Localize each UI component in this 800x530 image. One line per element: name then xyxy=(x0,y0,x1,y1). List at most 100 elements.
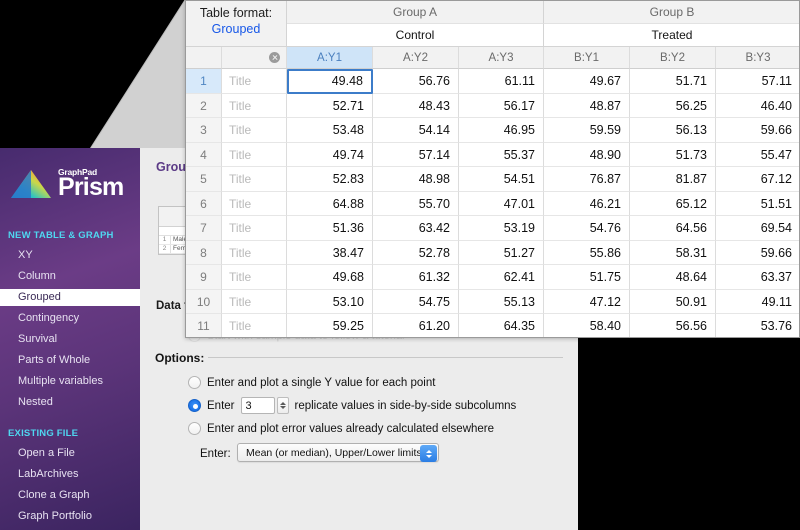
data-cell[interactable]: 56.76 xyxy=(373,69,459,94)
data-cell[interactable]: 59.66 xyxy=(716,241,800,266)
row-title-cell[interactable]: Title xyxy=(222,69,287,94)
option-single-y-value-row[interactable]: Enter and plot a single Y value for each… xyxy=(188,376,435,389)
data-cell[interactable]: 51.71 xyxy=(630,69,716,94)
enter-format-select-chevron-icon[interactable] xyxy=(420,445,437,462)
condition-header-b[interactable]: Treated xyxy=(544,24,800,47)
data-cell[interactable]: 48.43 xyxy=(373,94,459,119)
data-cell[interactable]: 61.32 xyxy=(373,265,459,290)
stepper-down-icon[interactable] xyxy=(280,406,286,409)
data-cell[interactable]: 46.21 xyxy=(544,192,630,217)
data-cell[interactable]: 63.42 xyxy=(373,216,459,241)
data-cell[interactable]: 56.25 xyxy=(630,94,716,119)
data-cell[interactable]: 50.91 xyxy=(630,290,716,315)
column-header-a-y3[interactable]: A:Y3 xyxy=(459,47,544,69)
enter-format-select[interactable]: Mean (or median), Upper/Lower limits xyxy=(237,443,439,462)
data-cell[interactable]: 55.13 xyxy=(459,290,544,315)
data-cell[interactable]: 49.67 xyxy=(544,69,630,94)
data-cell[interactable]: 64.56 xyxy=(630,216,716,241)
data-cell[interactable]: 76.87 xyxy=(544,167,630,192)
option-single-y-value-radio[interactable] xyxy=(188,376,201,389)
data-cell[interactable]: 47.01 xyxy=(459,192,544,217)
data-cell[interactable]: 53.48 xyxy=(287,118,373,143)
data-cell[interactable]: 48.64 xyxy=(630,265,716,290)
data-cell[interactable]: 81.87 xyxy=(630,167,716,192)
data-cell[interactable]: 55.47 xyxy=(716,143,800,168)
data-cell[interactable]: 52.78 xyxy=(373,241,459,266)
row-number-cell[interactable]: 8 xyxy=(186,241,222,266)
row-number-cell[interactable]: 10 xyxy=(186,290,222,315)
data-cell[interactable]: 63.37 xyxy=(716,265,800,290)
data-cell[interactable]: 48.98 xyxy=(373,167,459,192)
row-title-cell[interactable]: Title xyxy=(222,265,287,290)
stepper-up-icon[interactable] xyxy=(280,402,286,405)
data-cell[interactable]: 58.40 xyxy=(544,314,630,338)
row-number-cell[interactable]: 5 xyxy=(186,167,222,192)
row-title-cell[interactable]: Title xyxy=(222,314,287,338)
row-number-cell[interactable]: 2 xyxy=(186,94,222,119)
data-cell[interactable]: 51.73 xyxy=(630,143,716,168)
data-cell[interactable]: 38.47 xyxy=(287,241,373,266)
option-replicates-row[interactable]: Enter replicate values in side-by-side s… xyxy=(188,397,516,414)
data-cell[interactable]: 52.83 xyxy=(287,167,373,192)
row-title-cell[interactable]: Title xyxy=(222,192,287,217)
data-cell[interactable]: 56.17 xyxy=(459,94,544,119)
data-cell[interactable]: 57.14 xyxy=(373,143,459,168)
data-cell-active[interactable]: 49.48 xyxy=(287,69,373,94)
data-cell[interactable]: 56.13 xyxy=(630,118,716,143)
column-header-b-y2[interactable]: B:Y2 xyxy=(630,47,716,69)
data-cell[interactable]: 52.71 xyxy=(287,94,373,119)
data-cell[interactable]: 49.11 xyxy=(716,290,800,315)
data-cell[interactable]: 46.40 xyxy=(716,94,800,119)
row-number-cell[interactable]: 3 xyxy=(186,118,222,143)
data-cell[interactable]: 51.75 xyxy=(544,265,630,290)
column-header-a-y1[interactable]: A:Y1 xyxy=(287,47,373,69)
column-header-b-y1[interactable]: B:Y1 xyxy=(544,47,630,69)
option-replicates-radio[interactable] xyxy=(188,399,201,412)
data-cell[interactable]: 53.10 xyxy=(287,290,373,315)
row-title-cell[interactable]: Title xyxy=(222,94,287,119)
data-cell[interactable]: 55.70 xyxy=(373,192,459,217)
data-cell[interactable]: 59.59 xyxy=(544,118,630,143)
replicates-stepper[interactable] xyxy=(241,397,289,414)
data-cell[interactable]: 65.12 xyxy=(630,192,716,217)
row-number-cell[interactable]: 11 xyxy=(186,314,222,338)
data-cell[interactable]: 67.12 xyxy=(716,167,800,192)
row-title-cell[interactable]: Title xyxy=(222,167,287,192)
data-cell[interactable]: 62.41 xyxy=(459,265,544,290)
data-cell[interactable]: 48.90 xyxy=(544,143,630,168)
row-title-cell[interactable]: Title xyxy=(222,216,287,241)
row-title-cell[interactable]: Title xyxy=(222,290,287,315)
data-cell[interactable]: 64.35 xyxy=(459,314,544,338)
data-cell[interactable]: 53.19 xyxy=(459,216,544,241)
data-cell[interactable]: 54.51 xyxy=(459,167,544,192)
row-number-cell[interactable]: 9 xyxy=(186,265,222,290)
data-cell[interactable]: 48.87 xyxy=(544,94,630,119)
option-error-values-radio[interactable] xyxy=(188,422,201,435)
table-format-value[interactable]: Grouped xyxy=(186,22,286,36)
data-cell[interactable]: 69.54 xyxy=(716,216,800,241)
data-cell[interactable]: 51.51 xyxy=(716,192,800,217)
data-cell[interactable]: 55.37 xyxy=(459,143,544,168)
row-number-cell[interactable]: 4 xyxy=(186,143,222,168)
row-title-cell[interactable]: Title xyxy=(222,118,287,143)
data-cell[interactable]: 59.25 xyxy=(287,314,373,338)
data-cell[interactable]: 51.27 xyxy=(459,241,544,266)
data-cell[interactable]: 54.76 xyxy=(544,216,630,241)
data-cell[interactable]: 56.56 xyxy=(630,314,716,338)
data-cell[interactable]: 61.11 xyxy=(459,69,544,94)
row-number-cell[interactable]: 7 xyxy=(186,216,222,241)
data-cell[interactable]: 54.14 xyxy=(373,118,459,143)
data-cell[interactable]: 53.76 xyxy=(716,314,800,338)
data-cell[interactable]: 55.86 xyxy=(544,241,630,266)
data-cell[interactable]: 57.11 xyxy=(716,69,800,94)
close-icon[interactable] xyxy=(269,52,280,63)
data-cell[interactable]: 54.75 xyxy=(373,290,459,315)
row-title-cell[interactable]: Title xyxy=(222,241,287,266)
condition-header-a[interactable]: Control xyxy=(287,24,544,47)
data-cell[interactable]: 46.95 xyxy=(459,118,544,143)
row-number-cell[interactable]: 6 xyxy=(186,192,222,217)
replicates-stepper-arrows[interactable] xyxy=(277,397,289,414)
column-header-a-y2[interactable]: A:Y2 xyxy=(373,47,459,69)
data-cell[interactable]: 51.36 xyxy=(287,216,373,241)
data-cell[interactable]: 64.88 xyxy=(287,192,373,217)
